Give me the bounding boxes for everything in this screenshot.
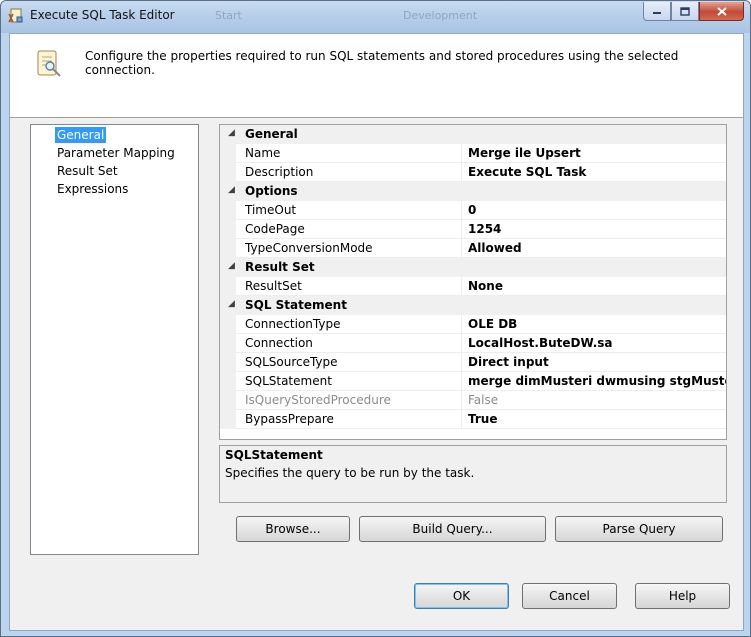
dialog-header: Configure the properties required to run… (10, 34, 743, 118)
nav-item-general[interactable]: General (55, 127, 107, 143)
description-text: Specifies the query to be run by the tas… (225, 466, 475, 480)
category-result-set[interactable]: ◢ Result Set (220, 258, 726, 277)
maximize-icon (680, 6, 690, 16)
property-description-panel: SQLStatement Specifies the query to be r… (219, 445, 727, 503)
minimize-icon (653, 12, 661, 14)
property-row-timeout[interactable]: TimeOut 0 (220, 201, 726, 220)
property-row-sqlsourcetype[interactable]: SQLSourceType Direct input (220, 353, 726, 372)
dialog-description: Configure the properties required to run… (85, 49, 679, 77)
property-grid: ◢ General Name Merge ile Upsert Descript… (219, 124, 727, 440)
close-window-button[interactable] (699, 2, 744, 21)
property-row-bypassprepare[interactable]: BypassPrepare True (220, 410, 726, 429)
property-value[interactable]: Allowed (468, 241, 522, 255)
minimize-button[interactable] (643, 2, 671, 21)
category-label: Options (245, 184, 298, 198)
property-value[interactable]: Merge ile Upsert (468, 146, 581, 160)
property-value[interactable]: Direct input (468, 355, 549, 369)
property-name: IsQueryStoredProcedure (245, 393, 391, 407)
build-query-button[interactable]: Build Query... (359, 516, 546, 542)
description-title: SQLStatement (225, 448, 323, 462)
category-label: SQL Statement (245, 298, 347, 312)
property-value[interactable]: None (468, 279, 503, 293)
property-name: CodePage (245, 222, 305, 236)
property-row-codepage[interactable]: CodePage 1254 (220, 220, 726, 239)
property-name: ResultSet (245, 279, 302, 293)
ok-button[interactable]: OK (414, 583, 509, 609)
category-sql-statement[interactable]: ◢ SQL Statement (220, 296, 726, 315)
nav-item-result-set[interactable]: Result Set (55, 163, 120, 179)
property-row-resultset[interactable]: ResultSet None (220, 277, 726, 296)
property-name: TimeOut (245, 203, 297, 217)
property-name: SQLStatement (245, 374, 332, 388)
property-row-description[interactable]: Description Execute SQL Task (220, 163, 726, 182)
category-options[interactable]: ◢ Options (220, 182, 726, 201)
property-value[interactable]: merge dimMusteri dwmusing stgMusteri km … (468, 374, 726, 388)
collapse-triangle-icon[interactable]: ◢ (228, 261, 235, 271)
title-bar[interactable]: Execute SQL Task Editor Start Developmen… (1, 1, 750, 33)
property-name: Connection (245, 336, 313, 350)
property-name: SQLSourceType (245, 355, 338, 369)
property-name: TypeConversionMode (245, 241, 373, 255)
window-title: Execute SQL Task Editor (30, 8, 175, 22)
property-row-isquerystoredprocedure: IsQueryStoredProcedure False (220, 391, 726, 410)
property-row-typeconversionmode[interactable]: TypeConversionMode Allowed (220, 239, 726, 258)
property-row-name[interactable]: Name Merge ile Upsert (220, 144, 726, 163)
dialog-window: Execute SQL Task Editor Start Developmen… (0, 0, 751, 637)
background-start-text: Start (215, 9, 242, 22)
property-row-connectiontype[interactable]: ConnectionType OLE DB (220, 315, 726, 334)
help-button[interactable]: Help (635, 583, 730, 609)
category-general[interactable]: ◢ General (220, 125, 726, 144)
maximize-button[interactable] (671, 2, 699, 21)
property-name: Name (245, 146, 281, 160)
property-row-sqlstatement[interactable]: SQLStatement merge dimMusteri dwmusing s… (220, 372, 726, 391)
parse-query-button[interactable]: Parse Query (555, 516, 723, 542)
property-value[interactable]: 1254 (468, 222, 501, 236)
property-row-connection[interactable]: Connection LocalHost.ButeDW.sa (220, 334, 726, 353)
background-development-text: Development (403, 9, 478, 22)
category-label: Result Set (245, 260, 315, 274)
nav-item-expressions[interactable]: Expressions (55, 181, 130, 197)
browse-button[interactable]: Browse... (236, 516, 350, 542)
collapse-triangle-icon[interactable]: ◢ (228, 299, 235, 309)
dialog-client-area: Configure the properties required to run… (9, 33, 744, 631)
collapse-triangle-icon[interactable]: ◢ (228, 128, 235, 138)
property-name: ConnectionType (245, 317, 341, 331)
execute-sql-task-icon (37, 50, 61, 77)
collapse-triangle-icon[interactable]: ◢ (228, 185, 235, 195)
category-label: General (245, 127, 298, 141)
task-editor-icon (8, 8, 23, 23)
property-value[interactable]: OLE DB (468, 317, 517, 331)
nav-item-parameter-mapping[interactable]: Parameter Mapping (55, 145, 177, 161)
property-value[interactable]: 0 (468, 203, 476, 217)
close-icon (716, 6, 727, 16)
property-value: False (468, 393, 499, 407)
property-value[interactable]: LocalHost.ButeDW.sa (468, 336, 613, 350)
page-navigation-list: General Parameter Mapping Result Set Exp… (30, 124, 199, 555)
property-value[interactable]: Execute SQL Task (468, 165, 586, 179)
property-name: BypassPrepare (245, 412, 334, 426)
cancel-button[interactable]: Cancel (522, 583, 617, 609)
property-value[interactable]: True (468, 412, 497, 426)
property-name: Description (245, 165, 314, 179)
